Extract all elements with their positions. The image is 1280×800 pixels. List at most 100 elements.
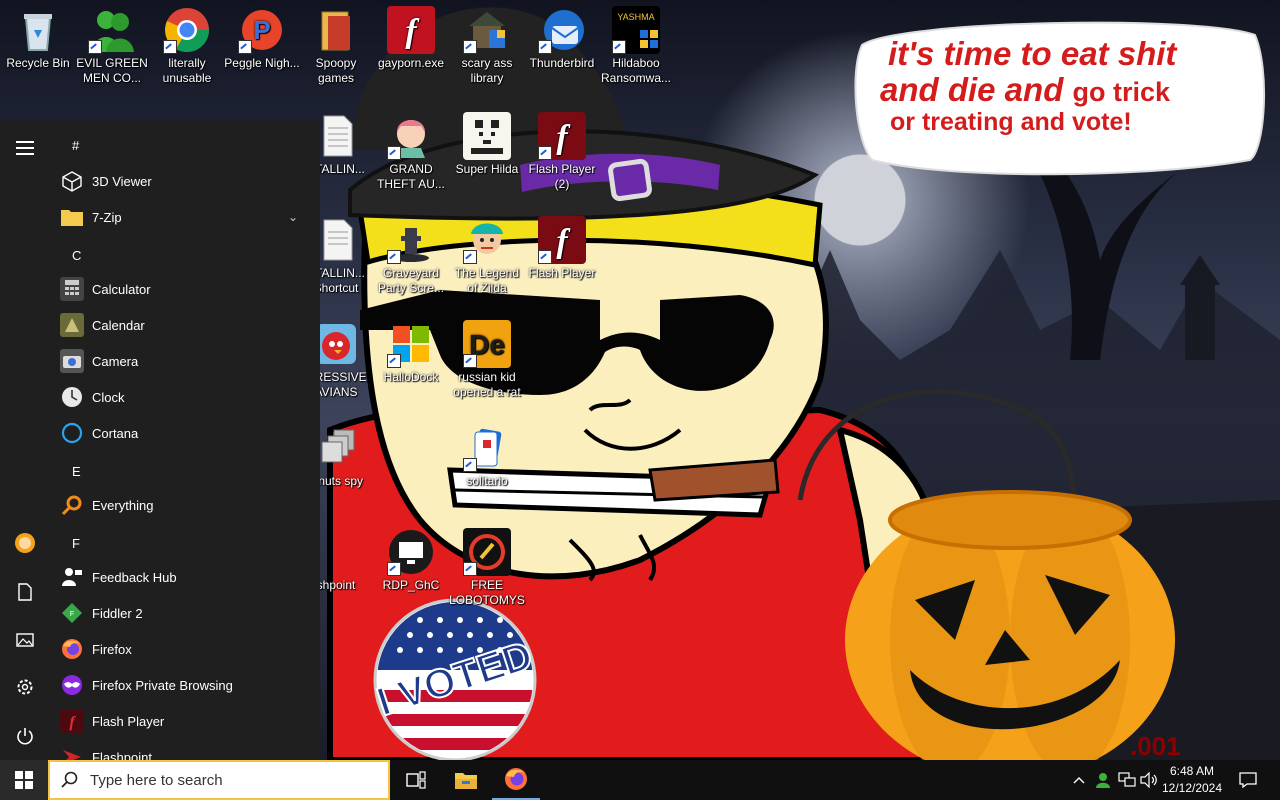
- desktop-icon-grand-theft-au[interactable]: GRAND THEFT AU...: [373, 112, 449, 192]
- chrome-icon: [163, 6, 211, 54]
- lobotomy-icon: [463, 528, 511, 576]
- windows-shield-icon: [387, 320, 435, 368]
- firefox-icon: [60, 637, 84, 661]
- clock-time: 6:48 AM: [1169, 764, 1215, 778]
- start-button[interactable]: [0, 760, 48, 800]
- desktop-icon-flash-player-2[interactable]: f Flash Player (2): [524, 112, 600, 192]
- app-flash-player[interactable]: f Flash Player: [60, 705, 308, 737]
- rdp-icon: [387, 528, 435, 576]
- peggle-icon: P: [238, 6, 286, 54]
- app-flashpoint[interactable]: Flashpoint: [60, 741, 308, 760]
- user-avatar-icon[interactable]: [9, 527, 41, 559]
- app-fiddler-2[interactable]: F Fiddler 2: [60, 597, 308, 629]
- speech-line-1: it's time to eat shit: [888, 35, 1177, 72]
- speech-line-2b: go trick: [1072, 77, 1171, 108]
- action-center-icon[interactable]: [1234, 760, 1262, 800]
- taskbar: 6:48 AM 12/12/2024: [0, 760, 1280, 800]
- desktop-icon-thunderbird[interactable]: Thunderbird: [524, 6, 600, 71]
- pictures-icon[interactable]: [9, 624, 41, 656]
- desktop-icon-hildaboo-ransomware[interactable]: YASHMA Hildaboo Ransomwa...: [598, 6, 674, 86]
- i-voted-sticker: I VOTED: [371, 598, 539, 760]
- desktop-icon-evil-green-men[interactable]: EVIL GREEN MEN CO...: [74, 6, 150, 86]
- svg-text:F: F: [70, 611, 74, 618]
- svg-text:YASHMA: YASHMA: [617, 12, 654, 22]
- chevron-up-icon[interactable]: [1068, 760, 1090, 800]
- documents-icon[interactable]: [9, 576, 41, 608]
- svg-text:P: P: [253, 15, 270, 45]
- volume-icon[interactable]: [1138, 760, 1160, 800]
- group-header-e[interactable]: E: [72, 464, 81, 479]
- windows-logo-icon: [15, 771, 33, 789]
- green-men-icon: [88, 6, 136, 54]
- anime-girl-icon: [387, 112, 435, 160]
- app-calculator[interactable]: Calculator: [60, 273, 308, 305]
- start-app-list: # 3D Viewer 7-Zip ⌄ C Calculator Calenda…: [52, 120, 314, 760]
- calendar-icon: [60, 313, 84, 337]
- app-feedback-hub[interactable]: Feedback Hub: [60, 561, 308, 593]
- desktop-icon-recycle-bin[interactable]: Recycle Bin: [0, 6, 76, 71]
- folder-icon: [60, 205, 84, 229]
- recycle-bin-icon: [14, 6, 62, 54]
- power-icon[interactable]: [9, 720, 41, 752]
- graveyard-icon: [387, 216, 435, 264]
- app-calendar[interactable]: Calendar: [60, 309, 308, 341]
- app-clock[interactable]: Clock: [60, 381, 308, 413]
- group-header-hash[interactable]: #: [72, 138, 79, 153]
- de-icon: De: [463, 320, 511, 368]
- desktop-icon-russian-kid-rat[interactable]: De russian kid opened a rat: [449, 320, 525, 400]
- speech-line-3: or treating and vote!: [890, 107, 1132, 136]
- desktop-icon-rdp-ghc[interactable]: RDP_GhC: [373, 528, 449, 593]
- firefox-private-icon: [60, 673, 84, 697]
- firefox-taskbar-button[interactable]: [492, 760, 540, 800]
- hamburger-icon[interactable]: [9, 132, 41, 164]
- desktop-icon-gayporn-exe[interactable]: f gayporn.exe: [373, 6, 449, 71]
- camera-icon: [60, 349, 84, 373]
- group-header-c[interactable]: C: [72, 248, 81, 263]
- desktop-icon-legend-of-zilda[interactable]: The Legend of Zilda: [449, 216, 525, 296]
- desktop-icon-flash-player[interactable]: f Flash Player: [524, 216, 600, 281]
- ransomware-icon: YASHMA: [612, 6, 660, 54]
- group-header-f[interactable]: F: [72, 536, 80, 551]
- settings-icon[interactable]: [9, 671, 41, 703]
- thunderbird-icon: [538, 6, 586, 54]
- flash-icon: f: [60, 709, 84, 733]
- svg-text:.001: .001: [1130, 731, 1181, 760]
- user-status-icon[interactable]: [1092, 760, 1114, 800]
- app-everything[interactable]: Everything: [60, 489, 308, 521]
- firefox-icon: [505, 768, 527, 790]
- desktop-icon-scary-ass-library[interactable]: scary ass library: [449, 6, 525, 86]
- desktop-icon-literally-unusable[interactable]: literally unusable: [149, 6, 225, 86]
- app-firefox[interactable]: Firefox: [60, 633, 308, 665]
- desktop-icon-spoopy-games[interactable]: Spoopy games: [298, 6, 374, 86]
- chevron-down-icon[interactable]: ⌄: [288, 210, 298, 224]
- desktop-icon-hallodock[interactable]: HalloDock: [373, 320, 449, 385]
- speech-line-2a: and die and: [880, 71, 1064, 109]
- magnifier-icon: [60, 493, 84, 517]
- speech-line-2: and die and go trick: [880, 72, 1250, 108]
- app-cortana[interactable]: Cortana: [60, 417, 308, 449]
- desktop-icon-solitario[interactable]: solitario: [449, 424, 525, 489]
- start-menu-rail: [0, 120, 50, 760]
- taskbar-clock[interactable]: 6:48 AM 12/12/2024: [1160, 763, 1224, 797]
- desktop-icon-super-hilda[interactable]: Super Hilda: [449, 112, 525, 177]
- search-input[interactable]: [88, 770, 382, 790]
- svg-text:f: f: [69, 714, 76, 731]
- app-firefox-private-browsing[interactable]: Firefox Private Browsing: [60, 669, 308, 701]
- file-explorer-button[interactable]: [442, 760, 490, 800]
- app-camera[interactable]: Camera: [60, 345, 308, 377]
- pixel-dog-icon: [463, 112, 511, 160]
- app-7-zip[interactable]: 7-Zip ⌄: [60, 201, 308, 233]
- svg-text:f: f: [556, 223, 571, 260]
- flash-icon: f: [538, 216, 586, 264]
- desktop-icon-peggle[interactable]: P Peggle Nigh...: [224, 6, 300, 71]
- app-3d-viewer[interactable]: 3D Viewer: [60, 165, 308, 197]
- desktop-icon-free-lobotomys[interactable]: FREE LOBOTOMYS: [449, 528, 525, 608]
- feedback-icon: [60, 565, 84, 589]
- taskbar-search-box[interactable]: [48, 760, 390, 800]
- desktop-icon-graveyard-party[interactable]: Graveyard Party Scre...: [373, 216, 449, 296]
- calculator-icon: [60, 277, 84, 301]
- task-view-button[interactable]: [392, 760, 440, 800]
- network-icon[interactable]: [1116, 760, 1138, 800]
- flash-icon: f: [387, 6, 435, 54]
- cortana-icon: [60, 421, 84, 445]
